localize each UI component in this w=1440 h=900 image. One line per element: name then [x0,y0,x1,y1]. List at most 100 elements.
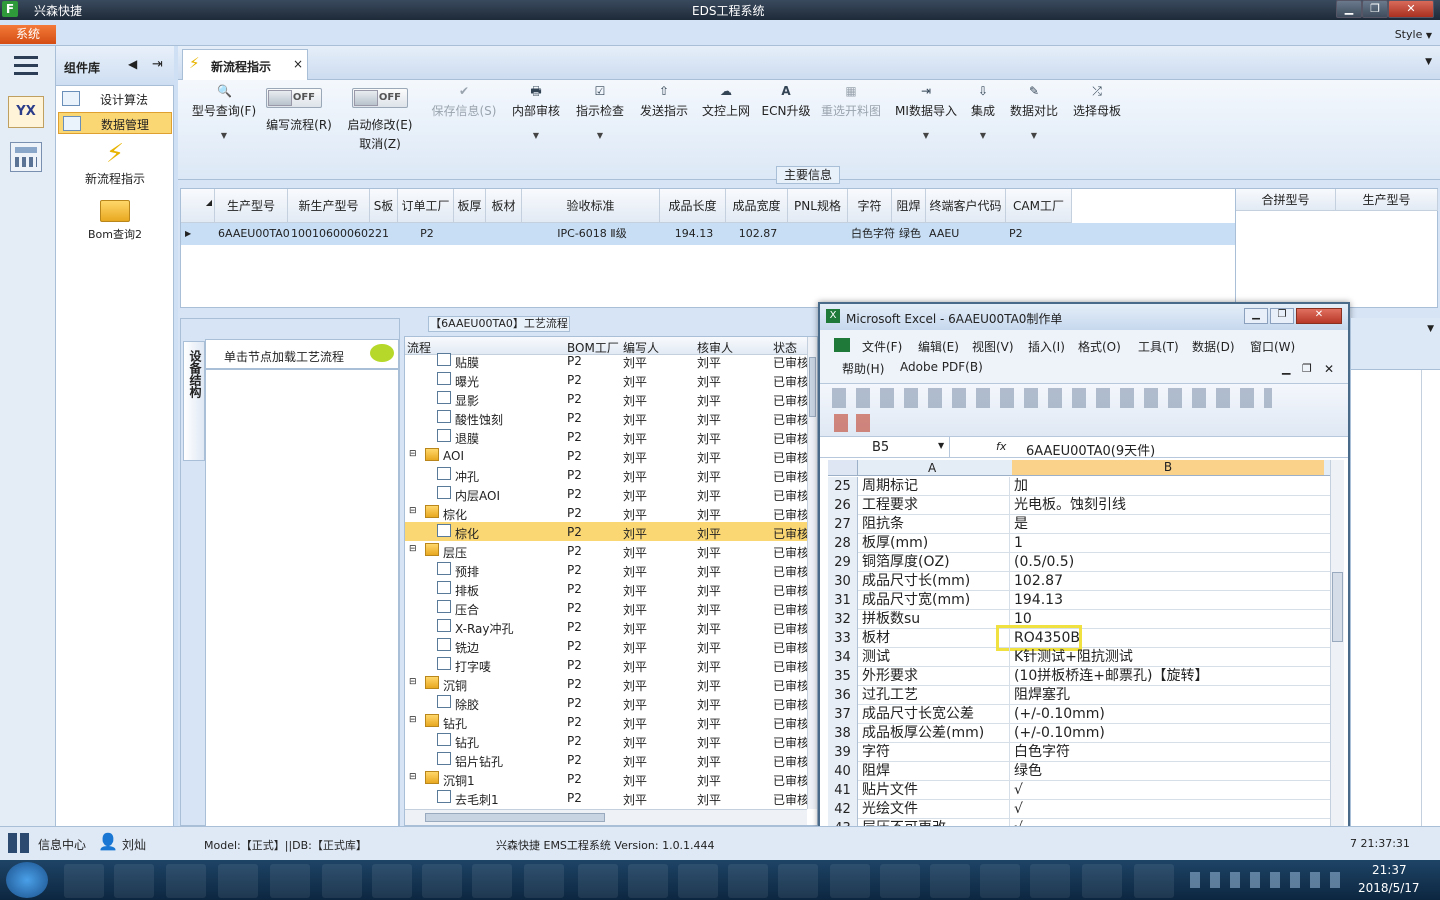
table-row[interactable]: ⊟ 钻孔 P2 刘平 刘平 已审核 [405,712,807,731]
table-row[interactable]: 排板 P2 刘平 刘平 已审核 [405,579,807,598]
table-row[interactable]: 打字唛 P2 刘平 刘平 已审核 [405,655,807,674]
indication-check-button[interactable]: ☑ 指示检查 ▼ [572,84,628,140]
table-row[interactable]: X-Ray冲孔 P2 刘平 刘平 已审核 [405,617,807,636]
excel-menu-item-5[interactable]: 工具(T) [1138,338,1179,355]
grid-header-col-7[interactable]: 成品长度 [660,189,726,223]
taskbar-close-app-icon-2[interactable] [628,864,668,898]
row-number[interactable]: 34 [828,648,858,667]
grid-header-col-11[interactable]: 阻焊 [892,189,926,223]
cell-a[interactable]: 铜箔厚度(OZ) [860,553,1010,572]
row-number[interactable]: 38 [828,724,858,743]
row-number[interactable]: 40 [828,762,858,781]
row-number[interactable]: 30 [828,572,858,591]
ecn-upgrade-button[interactable]: A ECN升级 [760,84,812,119]
cell-a[interactable]: 板材 [860,629,1010,648]
excel-maximize-button[interactable]: ❐ [1270,308,1294,324]
grid-cell-col-13[interactable]: P2 [1009,223,1071,245]
taskbar-close-app-icon-4[interactable] [728,864,768,898]
scroll-thumb[interactable] [1332,572,1343,642]
hamburger-menu-icon[interactable] [14,56,38,76]
doc-control-online-button[interactable]: ☁ 文控上网 [698,84,754,119]
cell-a[interactable]: 阻焊 [860,762,1010,781]
table-row[interactable]: 退膜 P2 刘平 刘平 已审核 [405,427,807,446]
table-row[interactable]: 除胶 P2 刘平 刘平 已审核 [405,693,807,712]
collapse-left-icon[interactable]: ◀ [128,57,137,71]
tab-new-process[interactable]: ⚡ 新流程指示 × [182,49,308,80]
taskbar-doc-icon[interactable] [830,864,870,898]
grid-cell-col-6[interactable]: IPC-6018 Ⅱ级 [525,223,659,245]
system-button[interactable]: 系统 [0,25,56,44]
taskbar-excel-icon-4[interactable] [472,864,512,898]
collapse-node-icon[interactable]: ⊟ [409,506,417,516]
grid-cell-col-11[interactable]: 绿色 [895,223,925,245]
grid-header-col-0[interactable]: 生产型号 [215,189,288,223]
pin-panel-icon[interactable]: ⇥ [152,57,163,72]
cell-a[interactable]: 字符 [860,743,1010,762]
table-row[interactable]: 显影 P2 刘平 刘平 已审核 [405,389,807,408]
table-row[interactable]: ▶ 6AAEU00TA0 10010600060221 P2 IPC-6018 Ⅱ级 1… [181,223,1235,245]
cell-a[interactable]: 成品尺寸宽(mm) [860,591,1010,610]
cell-b[interactable]: (0.5/0.5) [1012,553,1324,572]
cell-a[interactable]: 光绘文件 [860,800,1010,819]
grid-cell-col-3[interactable]: P2 [401,223,453,245]
cell-b[interactable]: √ [1012,781,1324,800]
doc-close-icon[interactable]: ✕ [1324,362,1334,376]
tile-bom-query[interactable]: Bom查询2 [66,196,164,242]
collapse-node-icon[interactable]: ⊟ [409,544,417,554]
taskbar-image-icon[interactable] [1134,864,1174,898]
select-mother-board-button[interactable]: ⤮ 选择母板 [1070,84,1124,119]
row-number[interactable]: 27 [828,515,858,534]
taskbar-excel-icon-1[interactable] [322,864,362,898]
cell-b[interactable]: 光电板。蚀刻引线 [1012,496,1324,515]
taskbar-shell-icon[interactable] [64,864,104,898]
table-row[interactable]: ⊟ 沉铜 P2 刘平 刘平 已审核 [405,674,807,693]
doc-restore-icon[interactable]: ❐ [1302,362,1312,375]
cell-a[interactable]: 周期标记 [860,477,1010,496]
vertical-scrollbar[interactable] [807,337,817,809]
table-row[interactable]: 铣边 P2 刘平 刘平 已审核 [405,636,807,655]
pdf-toolbar-icons[interactable] [834,414,870,432]
row-number[interactable]: 42 [828,800,858,819]
grid-header-col-4[interactable]: 板厚 [454,189,486,223]
cell-a[interactable]: 阻抗条 [860,515,1010,534]
yx-module-icon[interactable]: YX [8,96,44,128]
grid-cell-col-7[interactable]: 194.13 [663,223,725,245]
cell-b[interactable]: (+/-0.10mm) [1012,724,1324,743]
table-row[interactable]: 铝片钻孔 P2 刘平 刘平 已审核 [405,750,807,769]
data-compare-button[interactable]: ✎ 数据对比 ▼ [1008,84,1060,140]
table-row[interactable]: ⊟ 层压 P2 刘平 刘平 已审核 [405,541,807,560]
minimize-button[interactable]: ▁ [1336,0,1362,18]
select-all-cell[interactable] [828,460,858,475]
cell-b[interactable]: 加 [1012,477,1324,496]
cell-b[interactable]: K针测试+阻抗测试 [1012,648,1324,667]
cell-b[interactable]: 194.13 [1012,591,1324,610]
grid-header-merge-model[interactable]: 合拼型号 [1236,189,1336,211]
grid-header-col-8[interactable]: 成品宽度 [726,189,788,223]
cell-b[interactable]: (+/-0.10mm) [1012,705,1324,724]
taskbar-window-icon-4[interactable] [1030,864,1070,898]
grid-cell-col-8[interactable]: 102.87 [729,223,787,245]
excel-menu-item-0[interactable]: 文件(F) [862,338,902,355]
grid-header-col-3[interactable]: 订单工厂 [398,189,454,223]
table-row[interactable]: ⊟ AOI P2 刘平 刘平 已审核 [405,446,807,465]
cell-a[interactable]: 板厚(mm) [860,534,1010,553]
write-process-toggle[interactable]: OFF [266,88,322,108]
grid-header-col-9[interactable]: PNL规格 [788,189,848,223]
row-number[interactable]: 37 [828,705,858,724]
load-process-hint[interactable]: 单击节点加载工艺流程 [205,339,399,369]
row-number[interactable]: 32 [828,610,858,629]
cell-a[interactable]: 测试 [860,648,1010,667]
grid-cell-col-10[interactable]: 白色字符 [851,223,895,245]
internal-review-button[interactable]: 🖶 内部审核 ▼ [508,84,564,140]
table-row[interactable]: ⊟ 沉铜1 P2 刘平 刘平 已审核 [405,769,807,788]
cell-b[interactable]: √ [1012,800,1324,819]
row-number[interactable]: 31 [828,591,858,610]
style-selector[interactable]: Style ▼ [1395,28,1432,41]
taskbar-close-app-icon-1[interactable] [578,864,618,898]
formula-input[interactable]: 6AAEU00TA0(9天件) [1026,440,1155,459]
excel-menu-item-9[interactable]: Adobe PDF(B) [900,360,983,374]
excel-menu-item-4[interactable]: 格式(O) [1078,338,1121,355]
row-number[interactable]: 39 [828,743,858,762]
cell-a[interactable]: 外形要求 [860,667,1010,686]
row-number[interactable]: 33 [828,629,858,648]
